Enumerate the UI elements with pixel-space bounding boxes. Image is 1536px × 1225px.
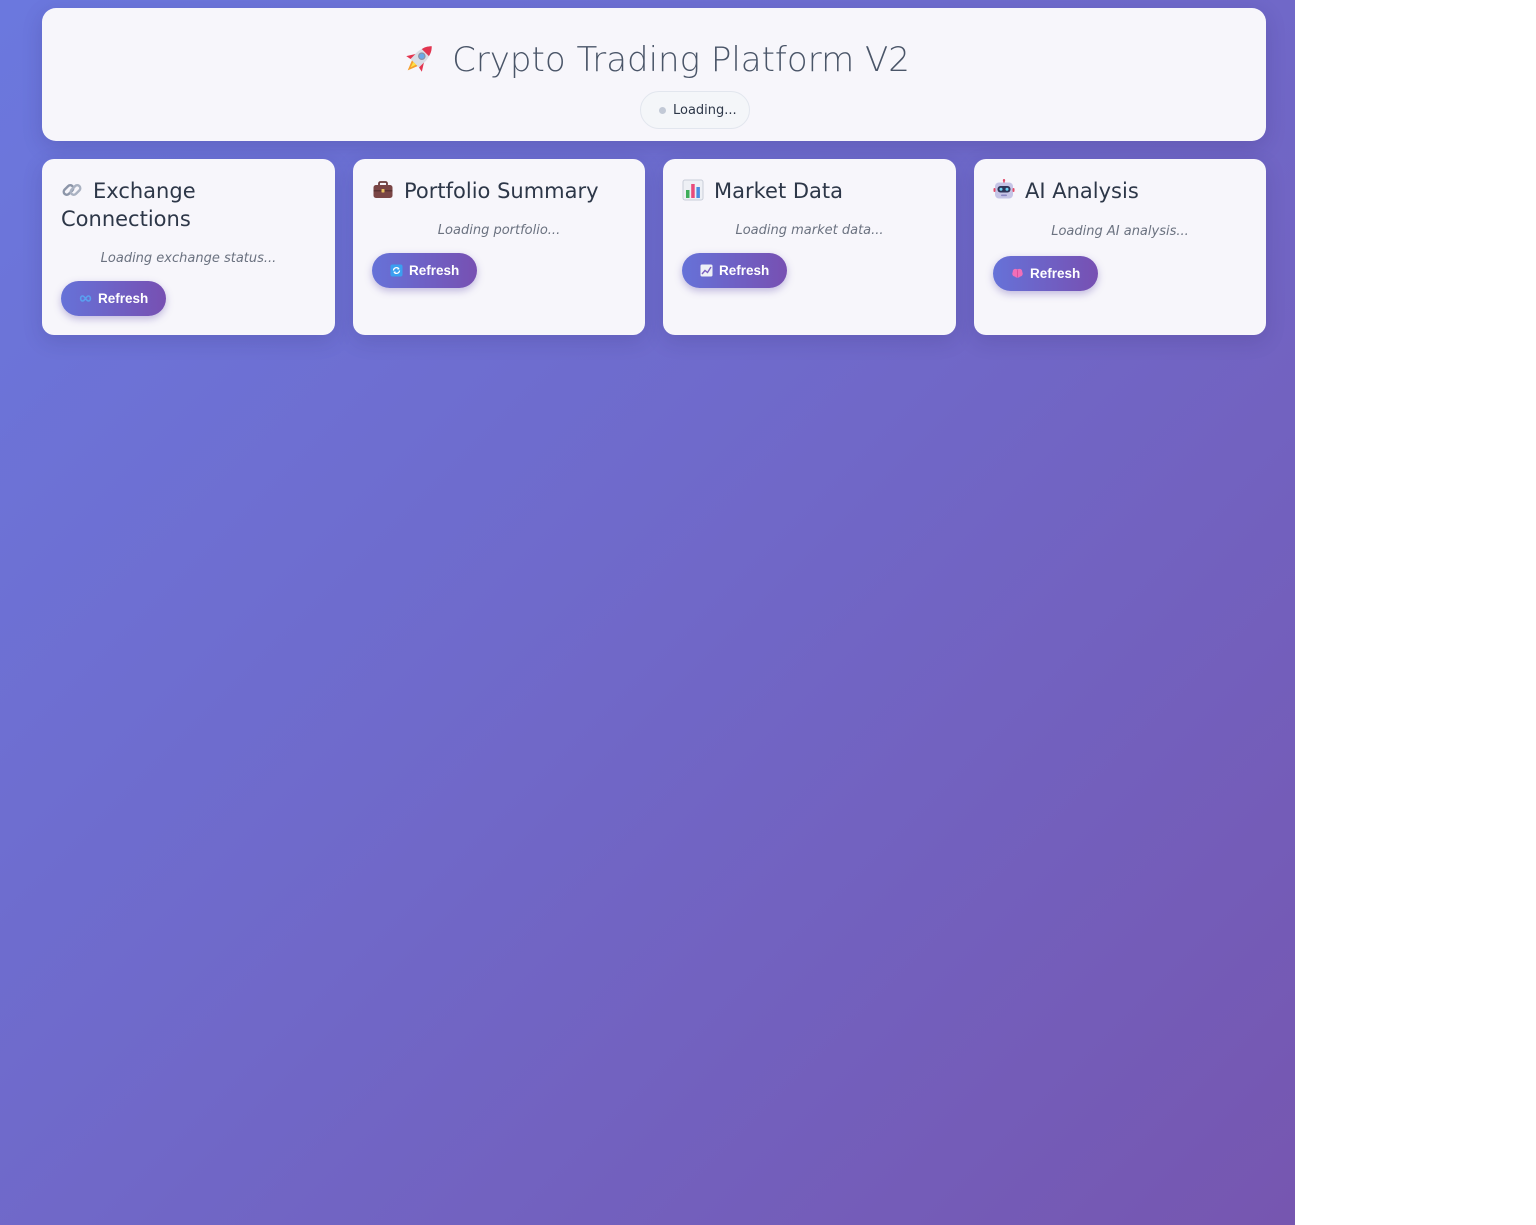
status-dot-icon (659, 107, 666, 114)
refresh-button-label: Refresh (409, 263, 460, 278)
loading-message: Loading market data... (735, 223, 884, 238)
robot-icon (993, 179, 1015, 199)
card-title-text: Portfolio Summary (404, 179, 599, 203)
refresh-exchanges-button[interactable]: Refresh (61, 281, 167, 316)
refresh-portfolio-button[interactable]: Refresh (372, 253, 478, 288)
card-title-text: AI Analysis (1025, 179, 1139, 203)
card-title: AI Analysis (993, 177, 1253, 205)
card-title-text: Market Data (714, 179, 844, 203)
card-title: Portfolio Summary (372, 177, 632, 205)
exchange-connections-card: Exchange Connections Loading exchange st… (42, 159, 335, 335)
link-icon (62, 184, 82, 196)
ai-analysis-card: AI Analysis Loading AI analysis... Refre… (974, 159, 1266, 335)
rocket-icon (406, 46, 432, 72)
page-title: Crypto Trading Platform V2 (452, 40, 910, 80)
refresh-ai-button[interactable]: Refresh (993, 256, 1099, 291)
refresh-button-label: Refresh (719, 263, 770, 278)
trend-chart-icon (700, 264, 713, 277)
card-title: Exchange Connections (61, 177, 321, 233)
status-text: Loading... (673, 103, 737, 118)
loading-message: Loading exchange status... (100, 251, 277, 266)
portfolio-summary-card: Portfolio Summary Loading portfolio... R… (353, 159, 645, 335)
refresh-arrows-icon (390, 264, 403, 277)
briefcase-icon (373, 181, 393, 198)
refresh-button-label: Refresh (1030, 266, 1081, 281)
loading-message: Loading AI analysis... (1051, 224, 1189, 239)
bar-chart-icon (682, 179, 704, 201)
header-panel: Crypto Trading Platform V2 Loading... (42, 8, 1266, 141)
refresh-button-label: Refresh (98, 291, 149, 306)
card-title: Market Data (682, 177, 942, 205)
app-background: Crypto Trading Platform V2 Loading... Ex… (0, 0, 1295, 1225)
refresh-market-button[interactable]: Refresh (682, 253, 788, 288)
market-data-card: Market Data Loading market data... Refre… (663, 159, 956, 335)
infinity-icon (79, 295, 92, 302)
brain-icon (1012, 268, 1023, 278)
page-title-row: Crypto Trading Platform V2 (42, 36, 1266, 84)
connection-status-badge: Loading... (640, 91, 750, 129)
loading-message: Loading portfolio... (437, 223, 561, 238)
